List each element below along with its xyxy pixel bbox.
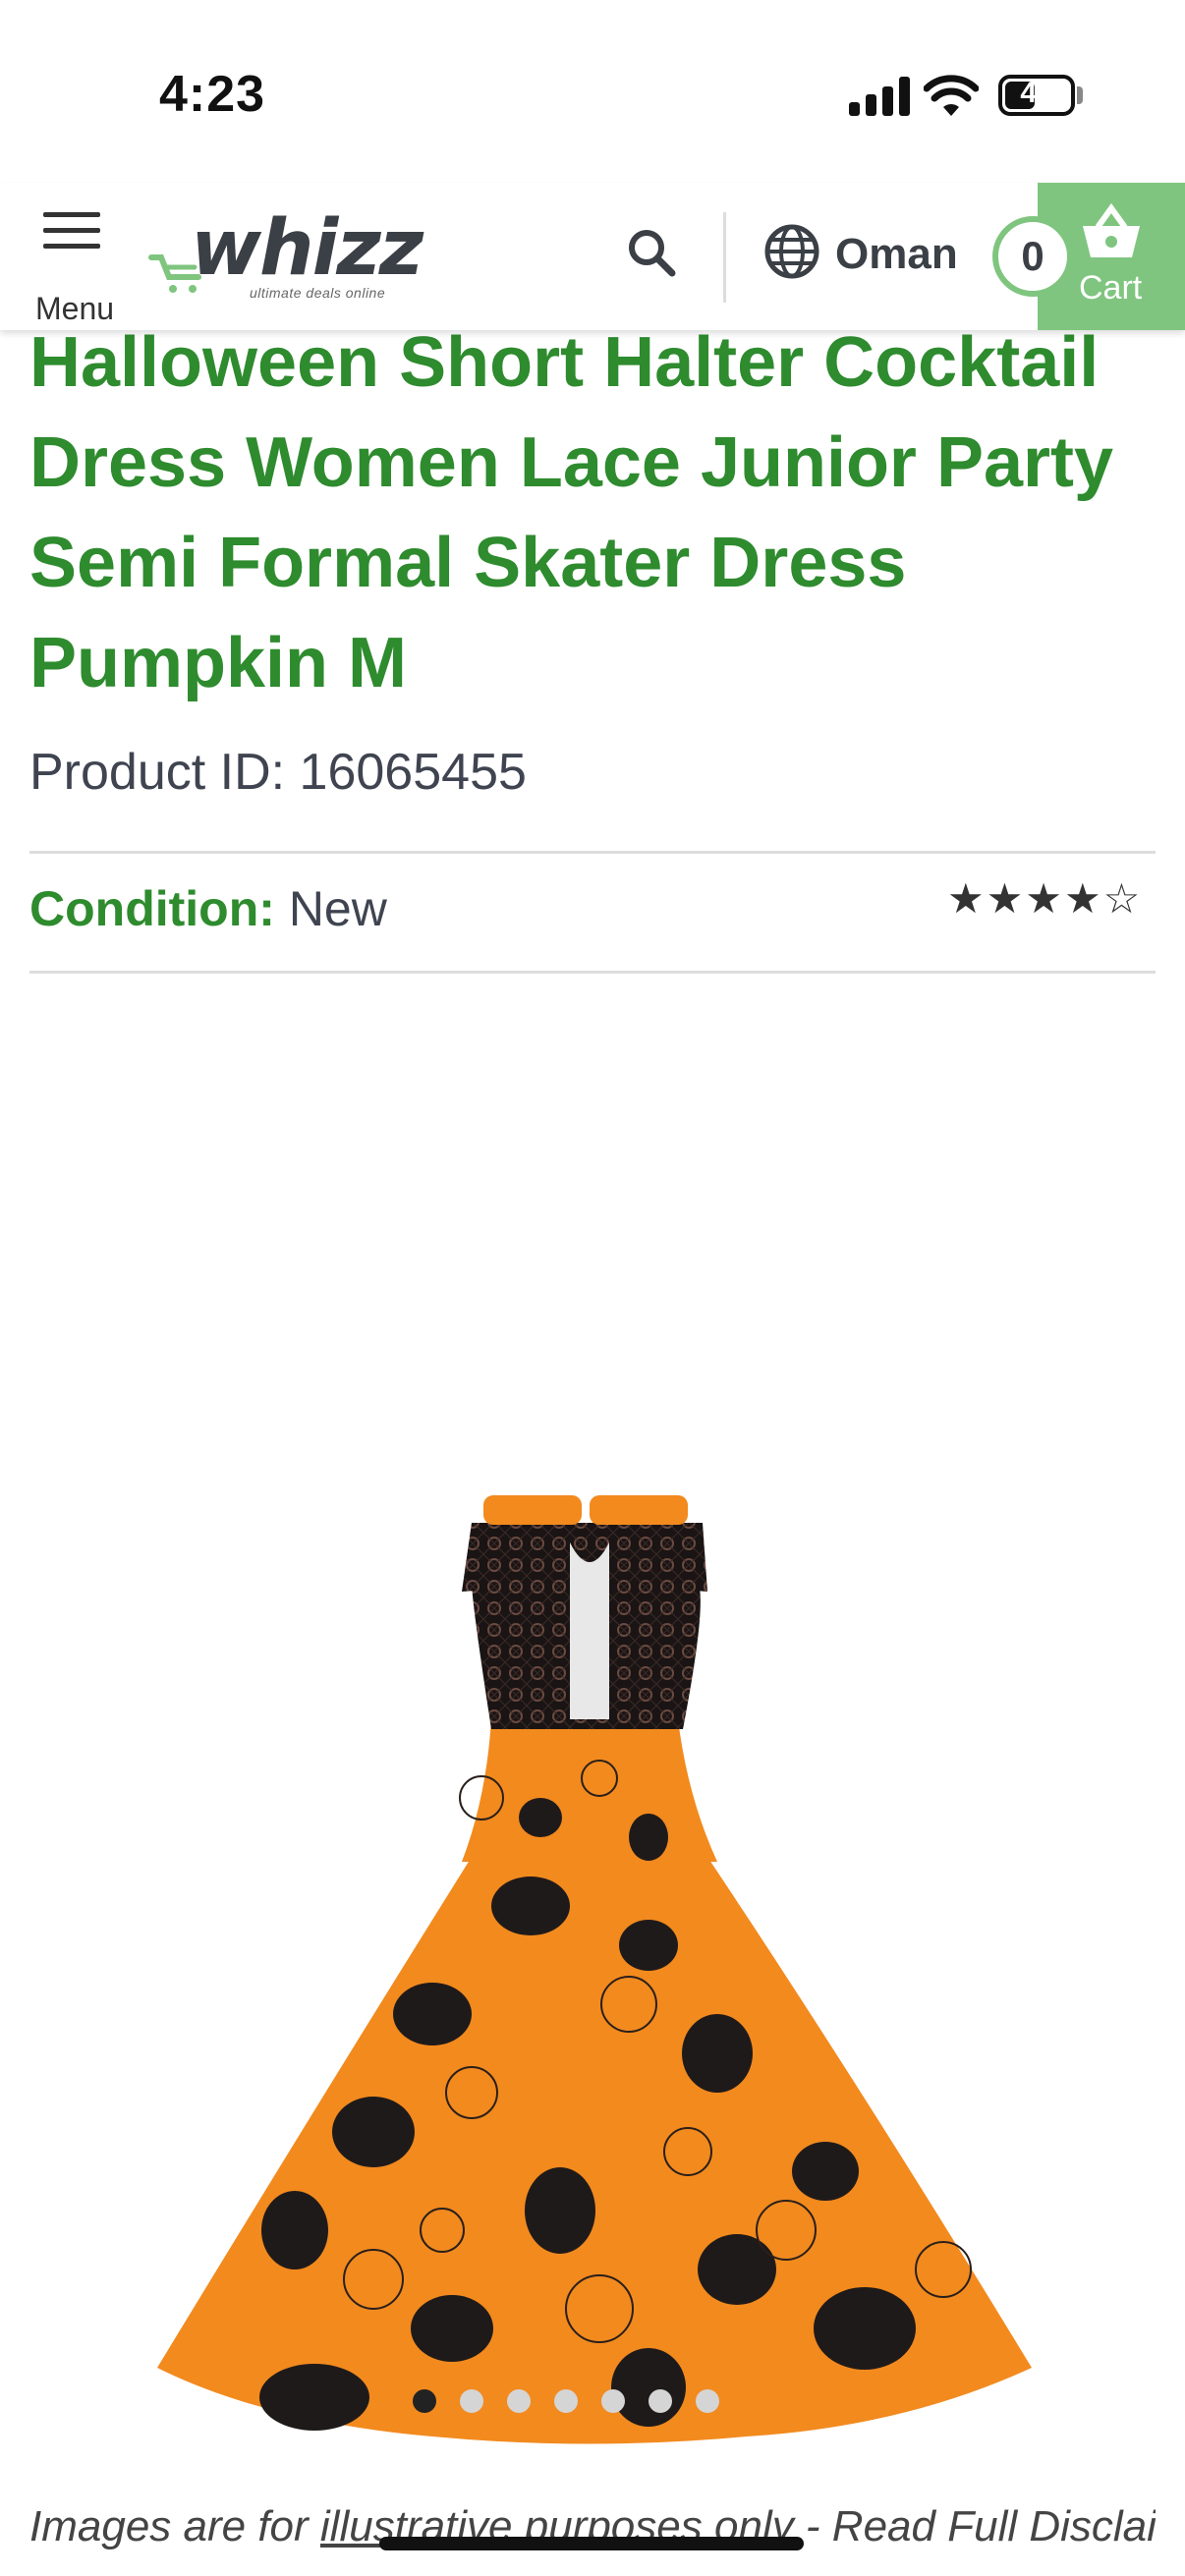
product-title: Halloween Short Halter Cocktail Dress Wo… [29,323,1114,702]
logo-tagline: ultimate deals online [250,285,386,301]
product-id: Product ID: 16065455 [29,744,527,801]
divider [29,851,1156,854]
carousel-dot[interactable] [507,2389,531,2413]
product-condition: Condition: New [29,880,387,937]
cart-label: Cart [1079,269,1143,307]
globe-icon [764,224,819,279]
header-divider [723,212,726,303]
home-indicator[interactable] [379,2537,804,2550]
status-time: 4:23 [159,66,266,123]
condition-label: Condition: [29,881,275,936]
rating-stars[interactable]: ★★★★☆ [947,874,1142,923]
product-image[interactable] [138,992,1051,2456]
search-icon [629,230,676,277]
menu-label: Menu [35,291,115,326]
logo-wordmark: whizz [191,204,423,293]
image-disclaimer: Images are for illustrative purposes onl… [29,2495,1156,2576]
carousel-dot[interactable] [554,2389,578,2413]
battery-level: 44 [1020,77,1053,109]
hamburger-icon-line [43,228,100,233]
battery-icon: 44 [998,75,1075,116]
whizz-logo[interactable]: whizz ultimate deals online [147,204,423,308]
basket-icon [1083,202,1140,257]
battery-cap [1077,86,1083,104]
carousel-dot[interactable] [649,2389,672,2413]
site-header: Menu whizz ultimate deals online Oman Ca… [0,183,1185,330]
carousel-dot[interactable] [601,2389,625,2413]
menu-button[interactable]: Menu [29,206,118,326]
disclaimer-prefix: Images are for [29,2502,320,2550]
search-button[interactable] [625,226,680,281]
condition-value: New [288,881,387,936]
wifi-icon [924,75,979,116]
status-bar: 4:23 44 [0,0,1185,187]
cellular-signal-icon [849,77,910,116]
carousel-dot[interactable] [696,2389,719,2413]
hamburger-icon-line [43,244,100,249]
carousel-dot[interactable] [413,2389,436,2413]
hamburger-icon [43,212,100,217]
country-label: Oman [835,230,958,278]
cart-count-badge[interactable]: 0 [992,216,1073,297]
carousel-dot[interactable] [460,2389,483,2413]
divider [29,971,1156,974]
